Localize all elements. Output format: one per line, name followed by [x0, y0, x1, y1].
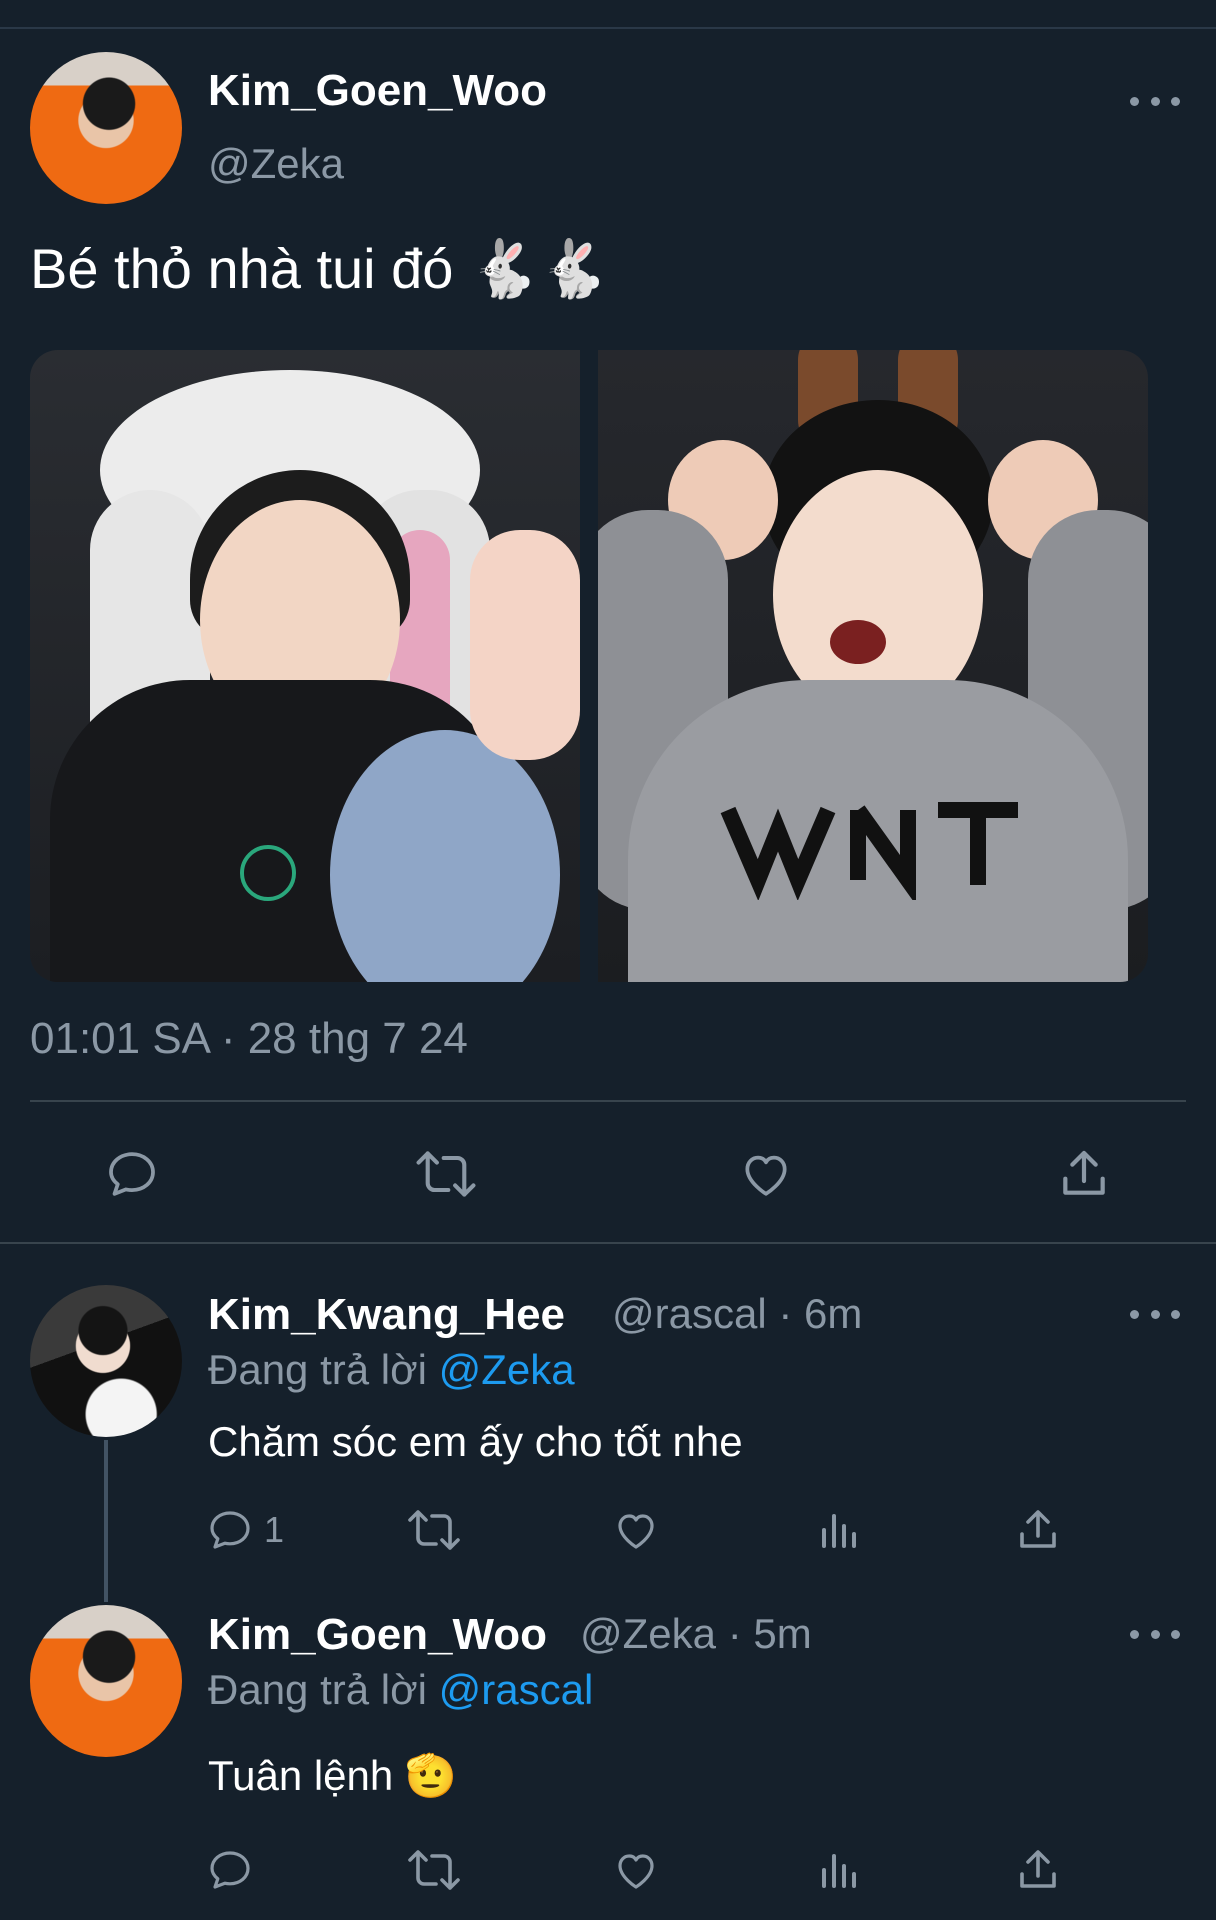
photo-bunny-hat[interactable] [30, 350, 580, 982]
reply-author-avatar[interactable] [30, 1605, 182, 1757]
share-button[interactable] [1056, 1146, 1112, 1202]
reply-icon [109, 1152, 155, 1196]
reply-handle-text: @Zeka [580, 1610, 717, 1657]
reply-button[interactable] [206, 1846, 254, 1894]
reply-count: 1 [264, 1509, 285, 1550]
share-icon [1020, 1510, 1056, 1548]
reply-author-handle[interactable]: @rascal · 6m [612, 1290, 862, 1338]
like-button[interactable] [612, 1506, 660, 1554]
more-options-icon[interactable] [1130, 93, 1180, 109]
section-divider [0, 1242, 1216, 1244]
reply-author-name[interactable]: Kim_Goen_Woo [208, 1610, 547, 1660]
retweet-icon [416, 1151, 476, 1197]
share-button[interactable] [1014, 1846, 1062, 1894]
reply-time: · 5m [727, 1610, 812, 1657]
replying-to: Đang trả lời @Zeka [208, 1346, 575, 1394]
heart-icon [618, 1854, 654, 1889]
replying-to: Đang trả lời @rascal [208, 1666, 593, 1714]
replying-label: Đang trả lời [208, 1346, 427, 1393]
tweet-timestamp[interactable]: 01:01 SA · 28 thg 7 24 [30, 1014, 468, 1064]
views-button[interactable] [814, 1846, 862, 1894]
share-icon [1063, 1150, 1105, 1195]
like-button[interactable] [738, 1146, 794, 1202]
stats-divider [30, 1100, 1186, 1102]
reply-author-avatar[interactable] [30, 1285, 182, 1437]
retweet-icon [408, 1510, 460, 1550]
reply-author-handle[interactable]: @Zeka · 5m [580, 1610, 812, 1658]
author-handle[interactable]: @Zeka [208, 140, 344, 188]
replying-label: Đang trả lời [208, 1666, 427, 1713]
reply-handle-text: @rascal [612, 1290, 767, 1337]
retweet-icon [408, 1850, 460, 1890]
heart-icon [745, 1155, 787, 1196]
analytics-icon [822, 1854, 856, 1888]
views-button[interactable] [814, 1506, 862, 1554]
retweet-button[interactable] [406, 1846, 462, 1894]
share-button[interactable] [1014, 1506, 1062, 1554]
reply-text: Tuân lệnh 🫡 [208, 1752, 458, 1799]
more-options-icon[interactable] [1130, 1626, 1180, 1642]
thread-connector [104, 1440, 108, 1602]
reply-button[interactable]: 1 [206, 1506, 284, 1554]
analytics-icon [822, 1514, 856, 1548]
like-button[interactable] [612, 1846, 660, 1894]
retweet-button[interactable] [406, 1506, 462, 1554]
retweet-button[interactable] [414, 1146, 478, 1202]
main-tweet: Kim_Goen_Woo @Zeka Bé thỏ nhà tui đó 🐇🐇 [0, 0, 1216, 1240]
reply-button[interactable] [104, 1146, 160, 1202]
share-icon [1020, 1850, 1056, 1888]
reply-icon [210, 1511, 250, 1549]
replying-mention[interactable]: @rascal [439, 1666, 594, 1713]
hoodie-print-icon [720, 802, 1018, 905]
more-options-icon[interactable] [1130, 1306, 1180, 1322]
replying-mention[interactable]: @Zeka [439, 1346, 575, 1393]
reply-icon [210, 1851, 250, 1889]
tweet-text: Bé thỏ nhà tui đó 🐇🐇 [30, 237, 609, 300]
reply-time: · 6m [778, 1290, 863, 1337]
heart-icon [618, 1514, 654, 1549]
tweet-media [30, 350, 1148, 982]
author-avatar[interactable] [30, 52, 182, 204]
author-name[interactable]: Kim_Goen_Woo [208, 66, 547, 116]
photo-bunny-ears[interactable] [598, 350, 1148, 982]
reply-author-name[interactable]: Kim_Kwang_Hee [208, 1290, 565, 1340]
reply-text: Chăm sóc em ấy cho tốt nhe [208, 1418, 743, 1465]
